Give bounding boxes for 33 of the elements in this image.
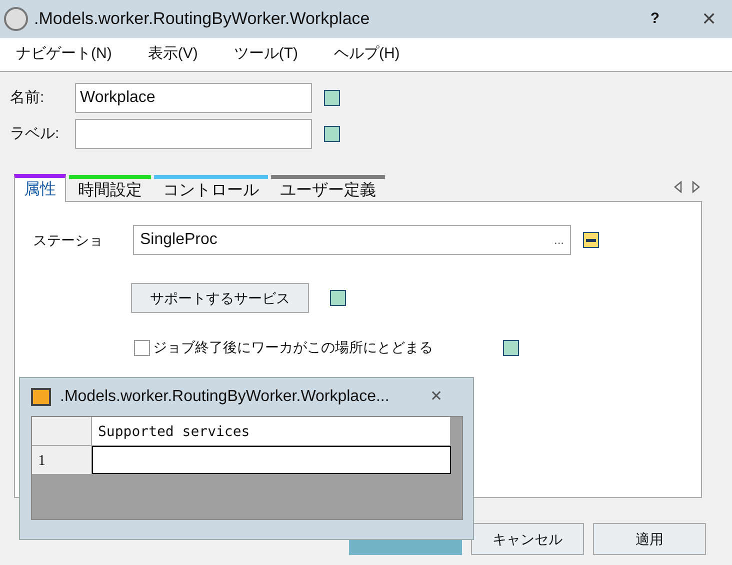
menu-item[interactable]: ヘルプ(H): [334, 43, 400, 66]
minus-square-icon[interactable]: [583, 232, 599, 248]
text-field[interactable]: [75, 119, 312, 149]
menu-item[interactable]: ツール(T): [234, 43, 298, 66]
popup-title: .Models.worker.RoutingByWorker.Workplace...: [60, 387, 390, 407]
menu-item[interactable]: ナビゲート(N): [16, 43, 112, 66]
field-label: ステーショ: [32, 230, 104, 250]
browse-button[interactable]: ...: [554, 231, 564, 249]
field-label: 名前:: [10, 88, 46, 108]
field-label: ラベル:: [10, 124, 60, 144]
tab[interactable]: 属性: [14, 174, 66, 202]
row-number: 1: [32, 446, 92, 474]
services-button[interactable]: サポートするサービス: [131, 283, 309, 313]
checkbox-label: ジョブ終了後にワーカがこの場所にとどまる: [153, 338, 434, 357]
left-arrow-icon[interactable]: [673, 181, 683, 193]
column-header[interactable]: Supported services: [92, 417, 450, 446]
table-cell[interactable]: [92, 446, 451, 474]
status-square-icon[interactable]: [330, 290, 346, 306]
close-button[interactable]: ✕: [430, 386, 443, 408]
right-arrow-icon[interactable]: [691, 181, 701, 193]
help-button[interactable]: ?: [640, 8, 670, 30]
station-field[interactable]: SingleProc ...: [133, 225, 571, 255]
status-square-icon[interactable]: [324, 126, 340, 142]
window-title: .Models.worker.RoutingByWorker.Workplace: [34, 8, 371, 30]
table-icon: [31, 388, 51, 406]
close-button[interactable]: ✕: [694, 6, 724, 32]
menu-item[interactable]: 表示(V): [148, 43, 198, 66]
text-field[interactable]: Workplace: [75, 83, 312, 113]
status-square-icon[interactable]: [503, 340, 519, 356]
status-square-icon[interactable]: [324, 90, 340, 106]
dialog-button[interactable]: 適用: [593, 523, 706, 555]
checkbox[interactable]: [134, 340, 150, 356]
dialog-button[interactable]: キャンセル: [471, 523, 584, 555]
